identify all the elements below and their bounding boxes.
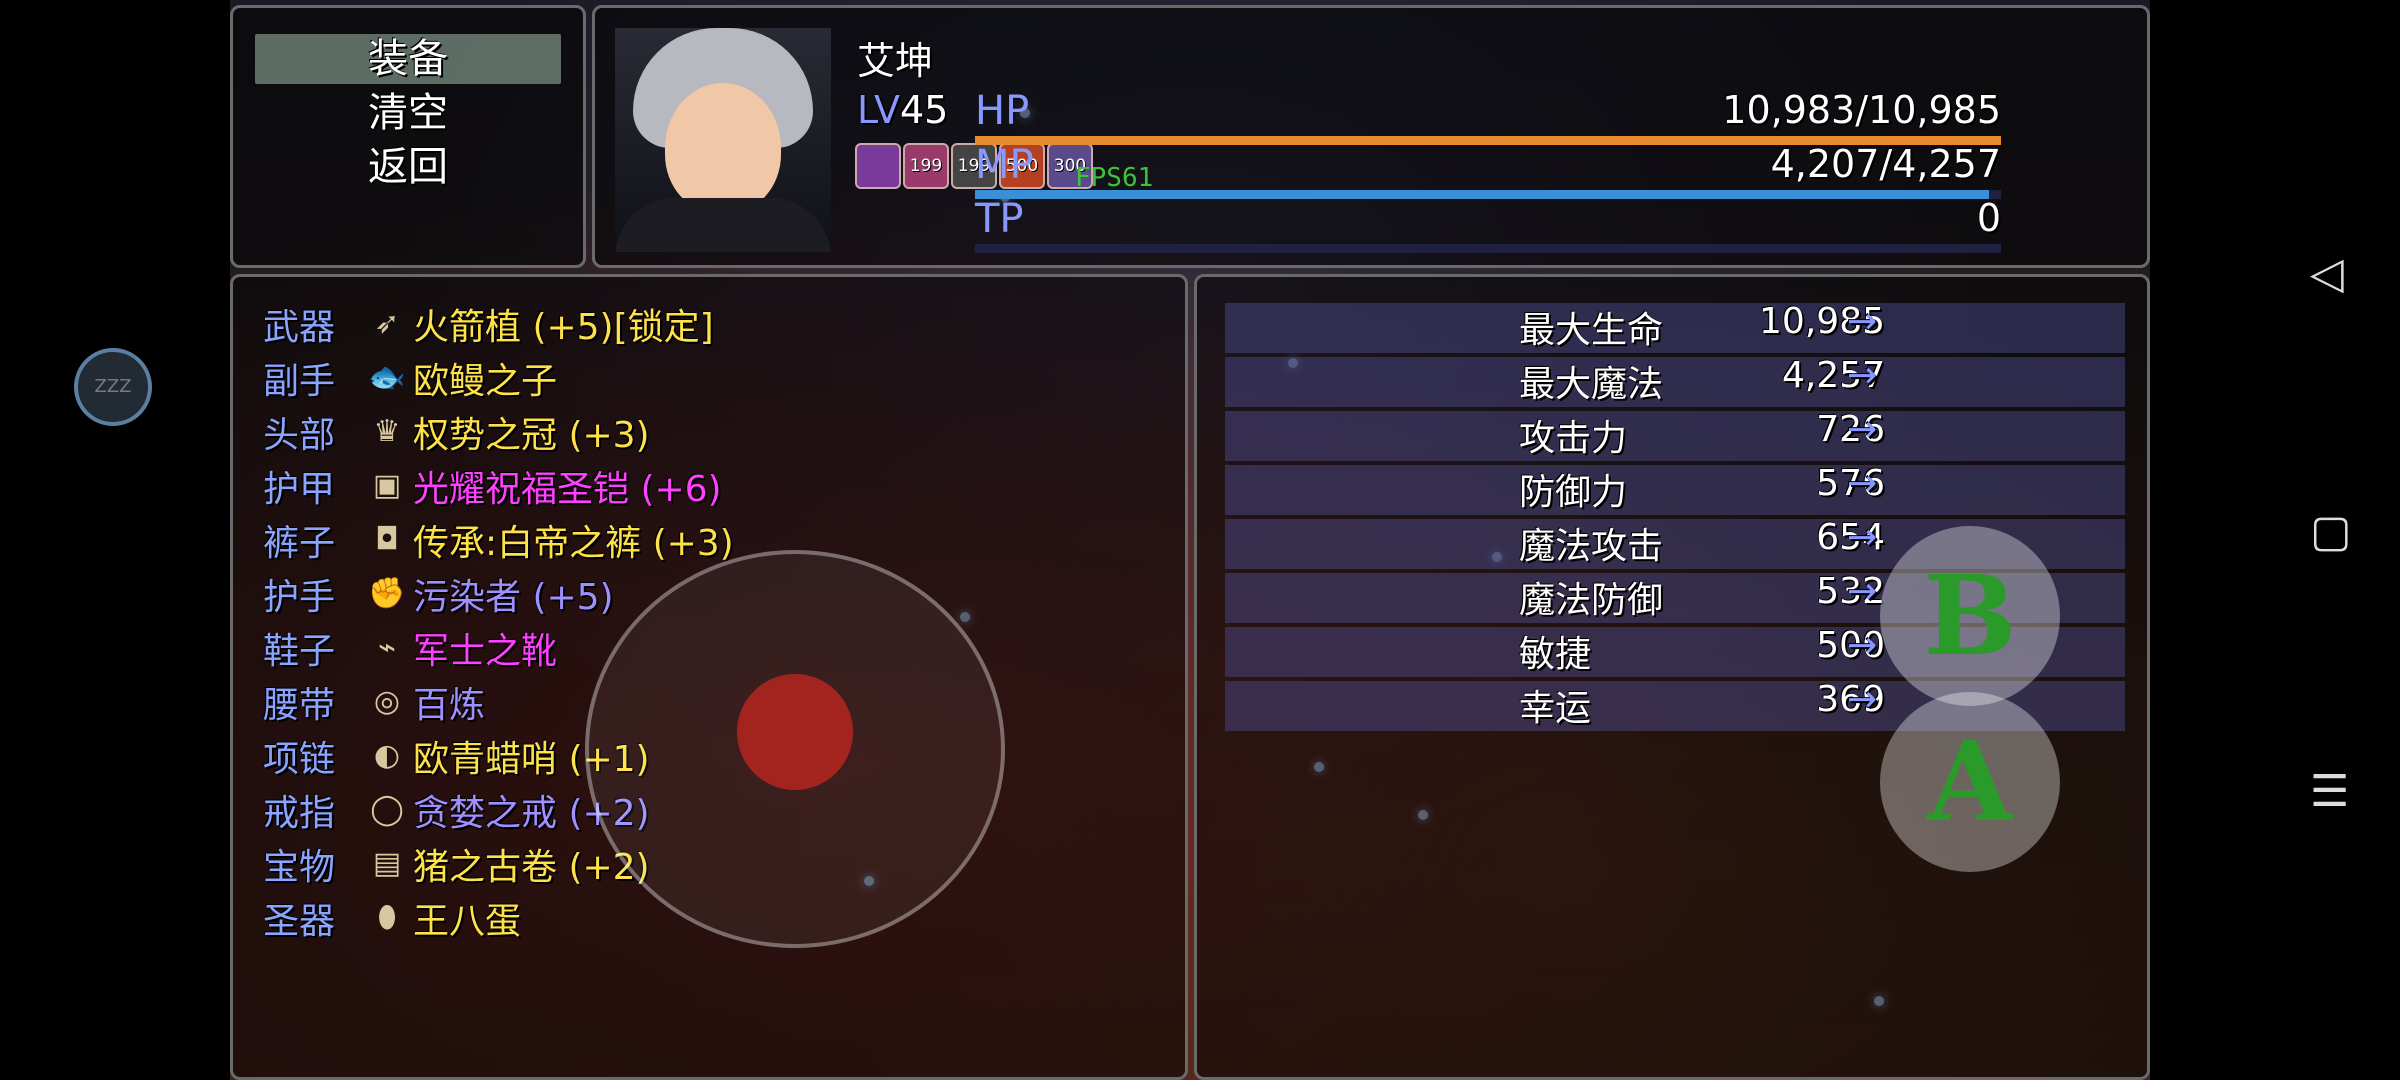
item-name: 百炼 — [413, 685, 486, 726]
right-arrow-icon: → — [1847, 355, 1878, 396]
hp-label: HP — [975, 88, 1030, 134]
equipment-slot-row[interactable]: 武器 ➶ 火箭植 (+5)[锁定] — [263, 297, 714, 351]
equipment-slot-row[interactable]: 副手 🐟 欧鳗之子 — [263, 351, 557, 405]
actor-status-window: 艾坤 LV45 199 199 500 300 HP 10,983/10,985 MP… — [592, 5, 2150, 268]
param-name: 最大生命 — [1519, 310, 1664, 351]
actor-level: LV45 — [857, 88, 948, 132]
whistle-icon: ◐ — [373, 738, 401, 773]
command-window: 装备 清空 返回 — [230, 5, 586, 268]
slot-name: 戒指 — [263, 793, 336, 834]
item-name: 火箭植 (+5)[锁定] — [413, 307, 714, 348]
gift-icon: 199 — [903, 143, 949, 189]
actor-portrait — [615, 28, 831, 252]
param-row: 最大魔法 4,257 → — [1197, 355, 2150, 409]
item-name: 欧鳗之子 — [413, 361, 558, 402]
slot-name: 头部 — [263, 415, 336, 456]
fps-counter: FPS61 — [1075, 163, 1154, 193]
slot-name: 武器 — [263, 307, 336, 348]
param-row: 防御力 576 → — [1197, 463, 2150, 517]
slot-name: 裤子 — [263, 523, 336, 564]
state-icons: 199 199 500 300 — [855, 143, 1093, 189]
command-clear[interactable]: 清空 — [255, 88, 561, 138]
equipment-slot-row[interactable]: 头部 ♛ 权势之冠 (+3) — [263, 405, 650, 459]
home-nav-icon[interactable]: ▢ — [2310, 506, 2352, 557]
equipment-slot-row[interactable]: 裤子 ◘ 传承:白帝之裤 (+3) — [263, 513, 734, 567]
equipment-slot-row[interactable]: 护甲 ▣ 光耀祝福圣铠 (+6) — [263, 459, 722, 513]
item-name: 王八蛋 — [413, 901, 522, 942]
sleep-overlay-button[interactable]: ZZZ — [74, 348, 152, 426]
tp-value: 0 — [1976, 196, 2001, 240]
back-nav-icon[interactable]: ◁ — [2310, 248, 2344, 299]
boot-icon: ⌁ — [377, 630, 397, 665]
right-arrow-icon: → — [1847, 625, 1878, 666]
command-equip[interactable]: 装备 — [255, 34, 561, 84]
rocket-icon: ➶ — [374, 306, 400, 341]
item-name: 污染者 (+5) — [413, 577, 614, 618]
equipment-slot-row[interactable]: 腰带 ◎ 百炼 — [263, 675, 485, 729]
slot-name: 圣器 — [263, 901, 336, 942]
item-name: 权势之冠 (+3) — [413, 415, 650, 456]
right-arrow-icon: → — [1847, 301, 1878, 342]
param-name: 魔法攻击 — [1519, 526, 1664, 567]
right-arrow-icon: → — [1847, 571, 1878, 612]
menu-nav-icon[interactable]: ☰ — [2310, 766, 2349, 817]
game-stage: 装备 清空 返回 艾坤 LV45 199 199 500 300 HP 10,983/… — [230, 0, 2150, 1080]
level-value: 45 — [900, 88, 949, 132]
joystick-knob[interactable] — [737, 674, 853, 790]
right-arrow-icon: → — [1847, 517, 1878, 558]
level-label: LV — [857, 88, 900, 132]
b-button[interactable]: B — [1880, 526, 2060, 706]
param-name: 敏捷 — [1519, 634, 1592, 675]
param-name: 防御力 — [1519, 472, 1628, 513]
slot-name: 护手 — [263, 577, 336, 618]
pants-icon: ◘ — [375, 522, 399, 557]
armor-icon: ▣ — [372, 468, 402, 503]
param-row: 攻击力 726 → — [1197, 409, 2150, 463]
param-name: 幸运 — [1519, 688, 1592, 729]
slot-name: 鞋子 — [263, 631, 336, 672]
slot-name: 宝物 — [263, 847, 336, 888]
param-name: 魔法防御 — [1519, 580, 1664, 621]
param-row: 最大生命 10,985 → — [1197, 301, 2150, 355]
scroll-icon: ▤ — [372, 846, 402, 881]
gauntlet-icon: ✊ — [368, 576, 406, 611]
equipment-slot-row[interactable]: 圣器 ⬮ 王八蛋 — [263, 891, 521, 945]
item-name: 军士之靴 — [413, 631, 558, 672]
param-name: 攻击力 — [1519, 418, 1628, 459]
fang-icon — [855, 143, 901, 189]
command-return[interactable]: 返回 — [255, 142, 561, 192]
slot-name: 项链 — [263, 739, 336, 780]
tp-label: TP — [975, 196, 1024, 242]
fish-icon: 🐟 — [368, 360, 406, 395]
crown-icon: ♛ — [373, 414, 401, 449]
actor-name: 艾坤 — [857, 39, 934, 83]
right-arrow-icon: → — [1847, 679, 1878, 720]
equipment-slot-row[interactable]: 宝物 ▤ 猪之古卷 (+2) — [263, 837, 650, 891]
mp-label: MP — [975, 142, 1034, 188]
egg-icon: ⬮ — [377, 900, 397, 935]
a-button[interactable]: A — [1880, 692, 2060, 872]
equipment-slot-row[interactable]: 鞋子 ⌁ 军士之靴 — [263, 621, 557, 675]
ring-icon: ◯ — [370, 792, 404, 827]
equipment-slot-row[interactable]: 护手 ✊ 污染者 (+5) — [263, 567, 614, 621]
belt-icon: ◎ — [373, 684, 401, 719]
slot-name: 副手 — [263, 361, 336, 402]
slot-name: 护甲 — [263, 469, 336, 510]
item-name: 传承:白帝之裤 (+3) — [413, 523, 734, 564]
item-name: 光耀祝福圣铠 (+6) — [413, 469, 722, 510]
right-arrow-icon: → — [1847, 409, 1878, 450]
slot-name: 腰带 — [263, 685, 336, 726]
right-arrow-icon: → — [1847, 463, 1878, 504]
hp-value: 10,983/10,985 — [1722, 88, 2001, 132]
param-name: 最大魔法 — [1519, 364, 1664, 405]
virtual-joystick[interactable] — [585, 550, 1005, 948]
mp-value: 4,207/4,257 — [1770, 142, 2001, 186]
